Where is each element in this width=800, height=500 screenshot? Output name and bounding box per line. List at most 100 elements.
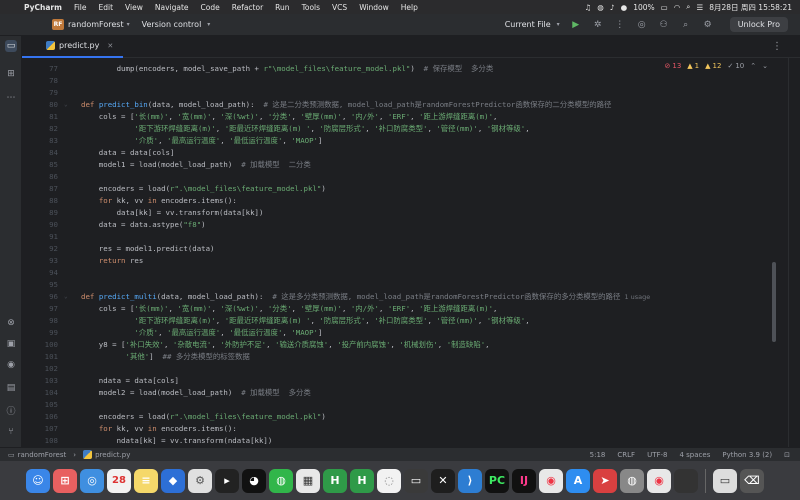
ai-assistant-icon[interactable]: ◎ bbox=[636, 19, 648, 31]
main-toolbar: RF randomForest ▾ Version control ▾ Curr… bbox=[0, 14, 800, 36]
terminal-app-icon[interactable]: ▸ bbox=[215, 468, 239, 493]
audio-icon[interactable]: ♪ bbox=[610, 3, 615, 12]
dock-separator bbox=[705, 468, 706, 493]
calendar-icon[interactable]: 28 bbox=[107, 468, 131, 493]
chrome-icon[interactable]: ◉ bbox=[539, 468, 563, 493]
project-badge[interactable]: RF bbox=[52, 19, 64, 30]
chrome-alt-icon[interactable]: ◉ bbox=[647, 468, 671, 493]
tab-predict-py[interactable]: predict.py ✕ bbox=[22, 36, 124, 58]
activity-monitor-icon[interactable]: ▦ bbox=[296, 468, 320, 493]
disk-utility-icon[interactable]: ◍ bbox=[620, 468, 644, 493]
problems-icon[interactable]: ⓘ bbox=[5, 404, 17, 417]
settings-gear-icon[interactable]: ⚙ bbox=[702, 19, 714, 31]
downloads-folder-icon[interactable]: ▭ bbox=[713, 468, 737, 493]
menu-code[interactable]: Code bbox=[195, 3, 226, 12]
wifi-icon[interactable]: ◠ bbox=[674, 3, 681, 12]
run-icon[interactable]: ▶ bbox=[570, 19, 582, 31]
run-config-selector[interactable]: Current File ▾ bbox=[505, 20, 560, 29]
python-file-icon bbox=[83, 450, 93, 459]
vscode-icon[interactable]: ⟩ bbox=[458, 468, 482, 493]
notes-icon[interactable]: ≡ bbox=[134, 468, 158, 493]
intellij-icon[interactable]: IJ bbox=[512, 468, 536, 493]
record-icon[interactable]: ● bbox=[621, 3, 628, 12]
macos-menubar: PyCharm File Edit View Navigate Code Ref… bbox=[0, 0, 800, 14]
menu-navigate[interactable]: Navigate bbox=[149, 3, 195, 12]
chat-app-icon[interactable]: ◌ bbox=[377, 468, 401, 493]
editor-scrollbar[interactable] bbox=[772, 262, 776, 342]
breadcrumb-file[interactable]: predict.py bbox=[95, 451, 130, 459]
preview-icon[interactable]: ▭ bbox=[404, 468, 428, 493]
control-center-icon[interactable]: ☰ bbox=[696, 3, 703, 12]
maps-icon[interactable]: ◆ bbox=[161, 468, 185, 493]
breadcrumb-project[interactable]: randomForest bbox=[18, 451, 67, 459]
structure-icon[interactable]: ⊞ bbox=[5, 68, 17, 80]
code-with-me-icon[interactable]: ⚇ bbox=[658, 19, 670, 31]
menu-view[interactable]: View bbox=[119, 3, 149, 12]
hbuilder-alt-icon[interactable]: H bbox=[350, 468, 374, 493]
project-selector[interactable]: randomForest bbox=[68, 20, 124, 29]
macos-dock: ☺ ⊞ ◎ 28 ≡ ◆ ⚙ ▸ ◕ ◍ ▦ H H ◌ ▭ ✕ ⟩ PC IJ… bbox=[0, 461, 800, 500]
tab-options-icon[interactable]: ⋮ bbox=[772, 41, 782, 52]
code-text[interactable]: ndata[kk] = vv.transform(ndata[kk]) bbox=[81, 434, 273, 447]
indent-setting[interactable]: 4 spaces bbox=[679, 451, 710, 459]
more-actions-icon[interactable]: ⋮ bbox=[614, 19, 626, 31]
headphones-icon[interactable]: ♫ bbox=[585, 3, 592, 12]
file-encoding[interactable]: UTF-8 bbox=[647, 451, 667, 459]
python-interpreter[interactable]: Python 3.9 (2) bbox=[722, 451, 772, 459]
battery-icon[interactable]: ▭ bbox=[661, 3, 668, 12]
python-file-icon bbox=[46, 41, 55, 50]
right-tool-strip bbox=[788, 58, 800, 447]
search-icon[interactable]: ⌕ bbox=[686, 2, 690, 12]
menu-vcs[interactable]: VCS bbox=[326, 3, 353, 12]
chevron-down-icon[interactable]: ▾ bbox=[127, 21, 130, 28]
line-separator[interactable]: CRLF bbox=[617, 451, 635, 459]
apple-tv-icon[interactable] bbox=[674, 468, 698, 493]
flow-app-icon[interactable]: ➤ bbox=[593, 468, 617, 493]
menu-run[interactable]: Run bbox=[269, 3, 295, 12]
close-icon[interactable]: ✕ bbox=[107, 42, 113, 50]
lock-icon[interactable]: ⊡ bbox=[784, 451, 790, 459]
terminal-icon[interactable]: ▤ bbox=[5, 382, 17, 394]
usage-hint[interactable]: 1 usage bbox=[620, 293, 650, 301]
tab-label: predict.py bbox=[59, 41, 100, 50]
services-icon[interactable]: ◉ bbox=[5, 359, 17, 371]
python-packages-icon[interactable]: ⊗ bbox=[5, 317, 17, 329]
line-number[interactable]: 108 bbox=[22, 434, 58, 447]
wechat-app-icon[interactable]: ◍ bbox=[269, 468, 293, 493]
xcode-icon[interactable]: ✕ bbox=[431, 468, 455, 493]
python-console-icon[interactable]: ▣ bbox=[5, 338, 17, 350]
git-icon[interactable]: ⑂ bbox=[5, 426, 17, 438]
finder-icon[interactable]: ☺ bbox=[26, 468, 50, 493]
code-editor[interactable]: ⊘ 13 ▲ 1 ▲ 12 ✓ 10 ⌃ ⌄ 77 dump(encoders, mod… bbox=[22, 58, 788, 447]
qq-icon[interactable]: ◕ bbox=[242, 468, 266, 493]
unlock-pro-button[interactable]: Unlock Pro bbox=[729, 17, 788, 32]
wechat-icon[interactable]: ◍ bbox=[597, 3, 604, 12]
launchpad-icon[interactable]: ⊞ bbox=[53, 468, 77, 493]
debug-icon[interactable]: ✲ bbox=[592, 19, 604, 31]
system-settings-icon[interactable]: ⚙ bbox=[188, 468, 212, 493]
chevron-down-icon: ▾ bbox=[207, 21, 211, 28]
status-bar: ▭ randomForest › predict.py 5:18 CRLF UT… bbox=[0, 447, 800, 461]
hbuilder-icon[interactable]: H bbox=[323, 468, 347, 493]
menu-file[interactable]: File bbox=[68, 3, 93, 12]
menu-window[interactable]: Window bbox=[353, 3, 395, 12]
menu-app-name[interactable]: PyCharm bbox=[18, 3, 68, 12]
project-folder-icon[interactable]: ▭ bbox=[5, 40, 17, 52]
menu-tools[interactable]: Tools bbox=[296, 3, 326, 12]
search-everywhere-icon[interactable]: ⌕ bbox=[680, 19, 692, 31]
breadcrumb-separator: › bbox=[73, 450, 77, 459]
safari-icon[interactable]: ◎ bbox=[80, 468, 104, 493]
folder-icon: ▭ bbox=[8, 450, 15, 459]
more-tools-icon[interactable]: ⋯ bbox=[5, 92, 17, 104]
version-control-widget[interactable]: Version control ▾ bbox=[142, 20, 211, 29]
code-line[interactable]: 108 ndata[kk] = vv.transform(ndata[kk]) bbox=[22, 434, 788, 447]
trash-icon[interactable]: ⌫ bbox=[740, 468, 764, 493]
pycharm-icon[interactable]: PC bbox=[485, 468, 509, 493]
menubar-clock[interactable]: 8月28日 周四 15:58:21 bbox=[709, 2, 792, 13]
menu-refactor[interactable]: Refactor bbox=[226, 3, 269, 12]
left-tool-strip: ▭ ⊞ ⋯ ⊗ ▣ ◉ ▤ ⓘ ⑂ bbox=[0, 36, 22, 447]
app-store-icon[interactable]: A bbox=[566, 468, 590, 493]
caret-position[interactable]: 5:18 bbox=[590, 451, 606, 459]
menu-edit[interactable]: Edit bbox=[93, 3, 120, 12]
menu-help[interactable]: Help bbox=[395, 3, 424, 12]
